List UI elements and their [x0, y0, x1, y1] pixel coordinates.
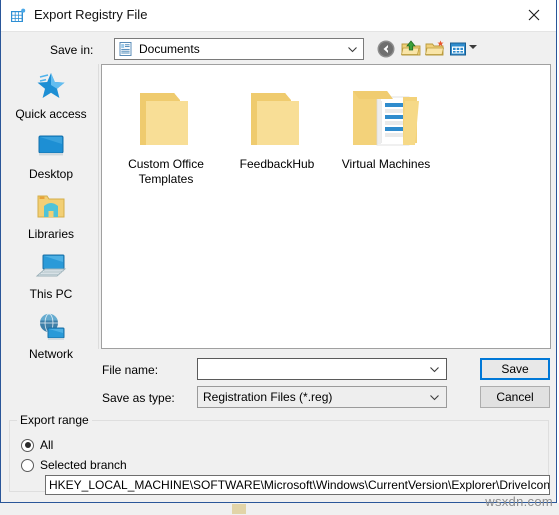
sidebar-item-network[interactable]: Network: [4, 310, 98, 361]
sidebar-item-label: Libraries: [27, 227, 75, 241]
file-name-input[interactable]: [197, 358, 447, 380]
radio-export-selected-branch[interactable]: Selected branch: [21, 458, 127, 472]
list-item[interactable]: Virtual Machines: [338, 77, 434, 172]
folder-with-files-icon: [338, 77, 434, 153]
sidebar-item-this-pc[interactable]: This PC: [4, 250, 98, 301]
watermark: wsxdn.com: [485, 494, 553, 509]
save-as-type-combobox[interactable]: Registration Files (*.reg): [197, 386, 447, 408]
up-folder-icon[interactable]: [400, 38, 422, 60]
background-ghost-tile: [232, 504, 246, 514]
sidebar-item-libraries[interactable]: Libraries: [4, 190, 98, 241]
background-ghost-text: [4, 504, 7, 515]
export-range-legend: Export range: [17, 413, 92, 427]
chevron-down-icon[interactable]: [429, 392, 440, 406]
documents-folder-icon: [118, 41, 134, 57]
cancel-button[interactable]: Cancel: [480, 386, 550, 408]
folder-icon: [118, 77, 214, 153]
chevron-down-icon: [347, 44, 358, 58]
radio-export-all[interactable]: All: [21, 438, 53, 452]
save-in-value: Documents: [139, 42, 200, 56]
new-folder-icon[interactable]: [424, 38, 446, 60]
radio-export-all-label: All: [40, 438, 54, 452]
this-pc-computer-icon: [4, 250, 98, 284]
save-in-label: Save in:: [50, 43, 94, 57]
title-bar: Export Registry File: [1, 0, 556, 32]
save-as-type-label: Save as type:: [102, 391, 175, 405]
list-item[interactable]: Custom Office Templates: [118, 77, 214, 187]
list-item-label: FeedbackHub: [239, 157, 315, 171]
export-registry-file-dialog: Export Registry File Save in: Documents …: [0, 0, 557, 503]
close-icon[interactable]: [511, 0, 556, 30]
sidebar-item-label: Desktop: [28, 167, 74, 181]
sidebar-item-label: This PC: [29, 287, 73, 301]
sidebar-item-label: Network: [28, 347, 73, 361]
views-dropdown-arrow-icon[interactable]: [469, 45, 477, 49]
sidebar-item-label: Quick access: [15, 107, 87, 121]
radio-selected-icon: [21, 438, 34, 452]
quick-access-star-icon: [4, 70, 98, 104]
radio-unselected-icon: [21, 458, 34, 472]
save-in-combobox[interactable]: Documents: [114, 38, 364, 60]
views-icon[interactable]: [447, 38, 469, 60]
save-button[interactable]: Save: [480, 358, 550, 380]
file-name-label: File name:: [102, 363, 159, 377]
save-as-type-value: Registration Files (*.reg): [203, 390, 333, 404]
places-bar: Quick access Desktop Libraries This PC N…: [4, 64, 99, 361]
libraries-folder-icon: [4, 190, 98, 224]
radio-export-selected-branch-label: Selected branch: [40, 458, 127, 472]
background-window-strip: [0, 503, 559, 515]
folder-icon: [229, 77, 325, 153]
file-list-view[interactable]: Custom Office Templates FeedbackHub Virt…: [101, 64, 551, 349]
selected-branch-value: HKEY_LOCAL_MACHINE\SOFTWARE\Microsoft\Wi…: [49, 478, 550, 492]
selected-branch-input[interactable]: HKEY_LOCAL_MACHINE\SOFTWARE\Microsoft\Wi…: [45, 475, 550, 495]
window-title: Export Registry File: [34, 7, 148, 22]
desktop-monitor-icon: [4, 130, 98, 164]
back-arrow-icon[interactable]: [375, 38, 397, 60]
list-item[interactable]: FeedbackHub: [229, 77, 325, 172]
list-item-label: Virtual Machines: [341, 157, 431, 171]
sidebar-item-desktop[interactable]: Desktop: [4, 130, 98, 181]
chevron-down-icon[interactable]: [429, 364, 440, 378]
list-item-label: Custom Office Templates: [128, 157, 204, 186]
network-globe-icon: [4, 310, 98, 344]
sidebar-item-quick-access[interactable]: Quick access: [4, 70, 98, 121]
registry-editor-icon: [10, 8, 26, 24]
